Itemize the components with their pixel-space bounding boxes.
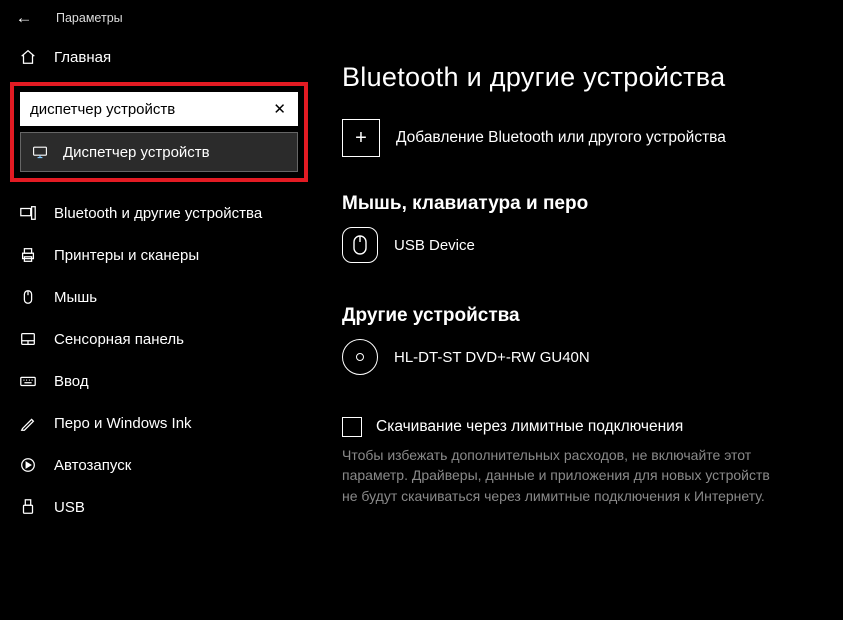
pen-icon <box>18 413 38 433</box>
nav-item-label: Перо и Windows Ink <box>54 415 192 432</box>
nav-typing[interactable]: Ввод <box>0 360 314 402</box>
usb-icon <box>18 497 38 517</box>
add-device-label: Добавление Bluetooth или другого устройс… <box>396 129 726 147</box>
mouse-icon <box>18 287 38 307</box>
autoplay-icon <box>18 455 38 475</box>
window-title: Параметры <box>44 11 123 25</box>
nav-usb[interactable]: USB <box>0 486 314 528</box>
home-icon <box>18 47 38 67</box>
nav-pen[interactable]: Перо и Windows Ink <box>0 402 314 444</box>
clear-search-icon[interactable]: ✕ <box>269 100 290 118</box>
devices-icon <box>18 203 38 223</box>
device-label: USB Device <box>394 237 475 254</box>
mouse-device-icon <box>342 227 378 263</box>
touchpad-icon <box>18 329 38 349</box>
device-label: HL-DT-ST DVD+-RW GU40N <box>394 349 590 366</box>
section-mouse-kb-title: Мышь, клавиатура и перо <box>342 193 823 215</box>
back-button[interactable]: ← <box>4 8 44 28</box>
disc-icon <box>342 339 378 375</box>
nav-item-label: Мышь <box>54 289 97 306</box>
nav-item-label: Принтеры и сканеры <box>54 247 199 264</box>
nav-item-label: USB <box>54 499 85 516</box>
nav-item-label: Автозапуск <box>54 457 131 474</box>
add-device-button[interactable]: + Добавление Bluetooth или другого устро… <box>342 119 823 157</box>
search-input[interactable] <box>30 101 269 118</box>
nav-touchpad[interactable]: Сенсорная панель <box>0 318 314 360</box>
nav-autoplay[interactable]: Автозапуск <box>0 444 314 486</box>
nav-home[interactable]: Главная <box>0 36 314 78</box>
nav-printers[interactable]: Принтеры и сканеры <box>0 234 314 276</box>
section-other-title: Другие устройства <box>342 305 823 327</box>
device-dvd[interactable]: HL-DT-ST DVD+-RW GU40N <box>342 339 823 375</box>
search-suggestion-label: Диспетчер устройств <box>63 144 210 161</box>
page-title: Bluetooth и другие устройства <box>342 62 823 93</box>
search-box[interactable]: ✕ <box>20 92 298 126</box>
device-usb[interactable]: USB Device <box>342 227 823 263</box>
search-highlight-frame: ✕ Диспетчер устройств <box>10 82 308 182</box>
nav-home-label: Главная <box>54 49 111 66</box>
nav-item-label: Bluetooth и другие устройства <box>54 205 262 222</box>
nav-bluetooth[interactable]: Bluetooth и другие устройства <box>0 192 314 234</box>
nav-mouse[interactable]: Мышь <box>0 276 314 318</box>
metered-description: Чтобы избежать дополнительных расходов, … <box>342 445 782 506</box>
keyboard-icon <box>18 371 38 391</box>
search-suggestion[interactable]: Диспетчер устройств <box>20 132 298 172</box>
nav-item-label: Сенсорная панель <box>54 331 184 348</box>
metered-checkbox[interactable] <box>342 417 362 437</box>
printer-icon <box>18 245 38 265</box>
plus-icon: + <box>342 119 380 157</box>
device-manager-icon <box>31 143 49 161</box>
nav-item-label: Ввод <box>54 373 89 390</box>
metered-checkbox-label: Скачивание через лимитные подключения <box>376 418 683 436</box>
